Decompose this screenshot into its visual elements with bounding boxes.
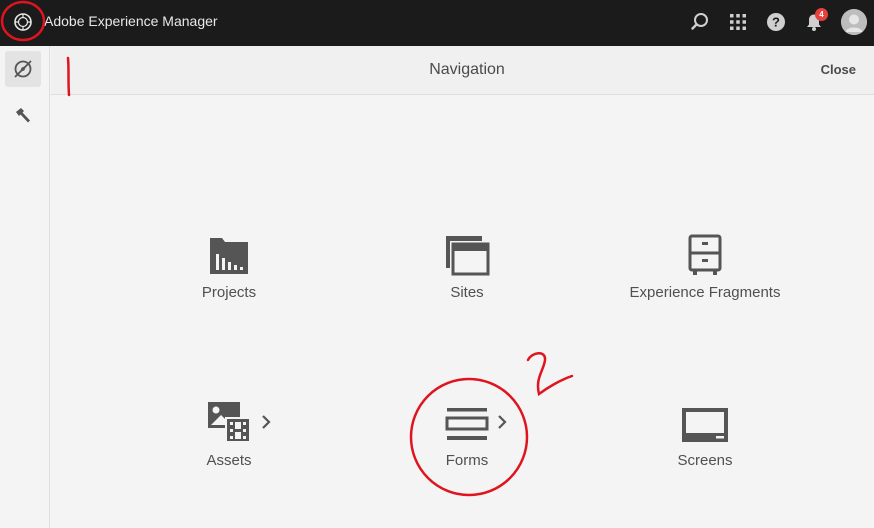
tile-experience-fragments[interactable]: Experience Fragments (585, 226, 825, 336)
notification-count-badge: 4 (815, 8, 828, 21)
tile-label: Projects (201, 284, 257, 301)
left-rail (0, 46, 50, 528)
experience-fragments-icon (585, 226, 825, 276)
assets-media-icon (109, 394, 349, 444)
chevron-right-icon (497, 414, 507, 435)
tile-label: Sites (450, 284, 484, 301)
navigation-title: Navigation (429, 61, 505, 78)
app-title: Adobe Experience Manager (44, 13, 218, 29)
tile-forms[interactable]: Forms (347, 394, 587, 504)
chevron-right-icon (261, 414, 271, 435)
tile-label: Assets (206, 452, 252, 469)
sites-pages-icon (347, 226, 587, 276)
user-avatar[interactable] (841, 9, 867, 35)
tile-assets[interactable]: Assets (109, 394, 349, 504)
solutions-grid-icon[interactable] (725, 9, 751, 35)
bell-icon[interactable]: 4 (801, 8, 828, 35)
navigation-header: Navigation Close (51, 46, 874, 95)
tile-label: Experience Fragments (629, 284, 781, 301)
top-bar: Adobe Experience Manager ? 4 (0, 0, 874, 46)
forms-icon (347, 394, 587, 444)
search-icon[interactable] (687, 9, 713, 35)
tile-sites[interactable]: Sites (347, 226, 587, 336)
adobe-experience-cloud-icon[interactable] (10, 9, 36, 35)
tools-hammer-icon[interactable] (5, 98, 41, 134)
tile-label: Forms (445, 452, 489, 469)
screens-display-icon (585, 394, 825, 444)
navigation-compass-icon[interactable] (5, 51, 41, 87)
tile-projects[interactable]: Projects (109, 226, 349, 336)
svg-text:?: ? (772, 15, 780, 30)
close-button[interactable]: Close (821, 46, 856, 94)
help-icon[interactable]: ? (763, 9, 789, 35)
tile-screens[interactable]: Screens (585, 394, 825, 504)
tile-label: Screens (677, 452, 733, 469)
projects-folder-icon (109, 226, 349, 276)
navigation-tiles: Projects Sites Experience Fragments Asse… (51, 96, 874, 528)
